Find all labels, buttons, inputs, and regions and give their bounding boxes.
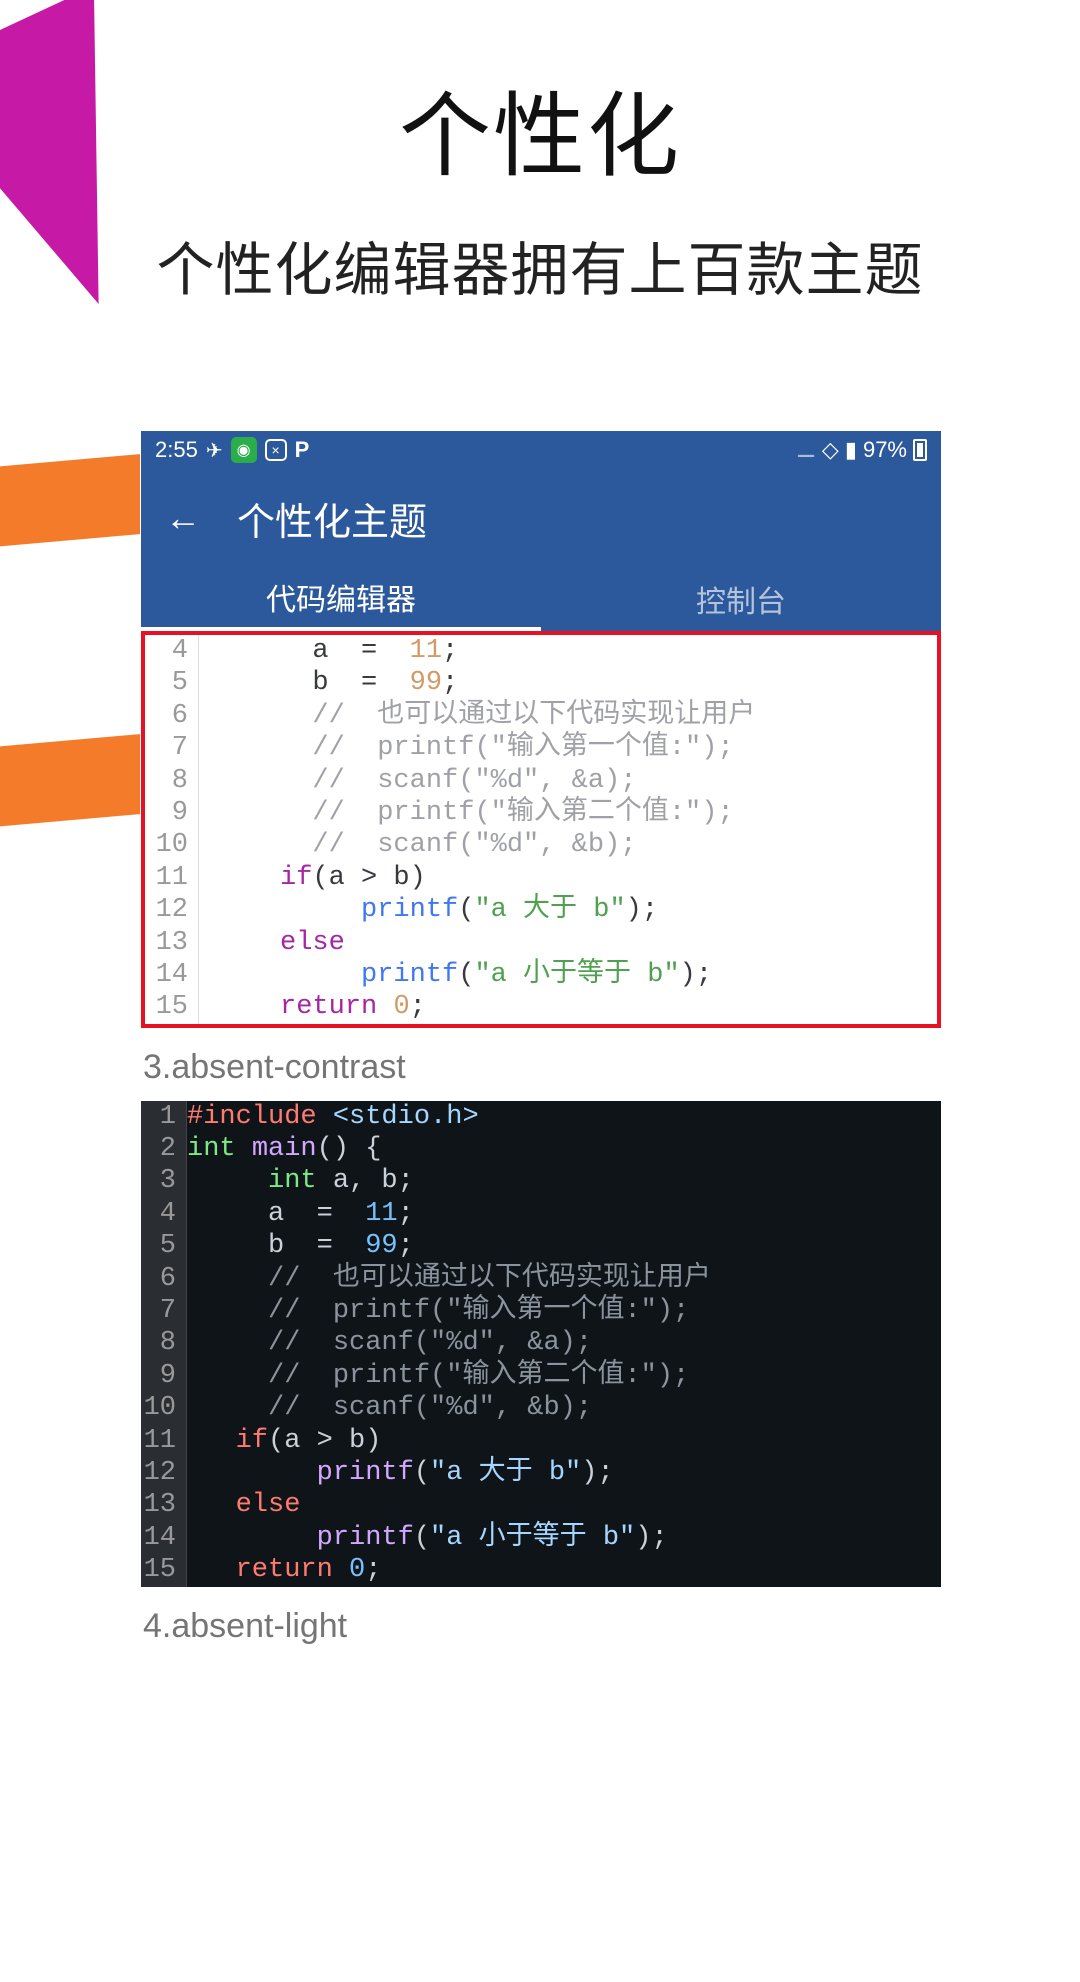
code-content: printf("a 小于等于 b"); — [187, 1522, 668, 1554]
code-line: 7 // printf("输入第一个值:"); — [141, 1295, 941, 1327]
code-content: // scanf("%d", &b); — [187, 1392, 592, 1424]
code-content: return 0; — [187, 1554, 381, 1586]
code-line: 10 // scanf("%d", &b); — [141, 1392, 941, 1424]
code-content: printf("a 小于等于 b"); — [199, 959, 712, 991]
code-content: // printf("输入第一个值:"); — [199, 732, 734, 764]
code-content: // printf("输入第二个值:"); — [199, 797, 734, 829]
code-line: 14 printf("a 小于等于 b"); — [145, 959, 937, 991]
code-line: 8 // scanf("%d", &a); — [141, 1327, 941, 1359]
code-preview-light[interactable]: 4 a = 11;5 b = 99;6 // 也可以通过以下代码实现让用户7 /… — [141, 631, 941, 1028]
code-content: if(a > b) — [187, 1425, 381, 1457]
code-content: // scanf("%d", &a); — [199, 765, 636, 797]
code-line: 6 // 也可以通过以下代码实现让用户 — [141, 1263, 941, 1295]
code-line: 13 else — [145, 927, 937, 959]
code-content: // scanf("%d", &a); — [187, 1327, 592, 1359]
code-line: 8 // scanf("%d", &a); — [145, 765, 937, 797]
code-content: // 也可以通过以下代码实现让用户 — [199, 700, 755, 732]
code-content: a = 11; — [187, 1198, 414, 1230]
code-line: 12 printf("a 大于 b"); — [145, 894, 937, 926]
theme-label-3: 3.absent-contrast — [141, 1028, 941, 1101]
code-line: 5 b = 99; — [141, 1230, 941, 1262]
code-content: return 0; — [199, 991, 426, 1023]
code-line: 12 printf("a 大于 b"); — [141, 1457, 941, 1489]
code-content: int main() { — [187, 1133, 381, 1165]
code-content: // printf("输入第一个值:"); — [187, 1295, 689, 1327]
code-content: #include <stdio.h> — [187, 1101, 479, 1133]
p-icon: P — [295, 437, 310, 463]
app-bar-title: 个性化主题 — [237, 491, 427, 546]
bluetooth-icon: ⚊ — [796, 437, 816, 463]
code-content: // 也可以通过以下代码实现让用户 — [187, 1263, 711, 1295]
theme-label-4: 4.absent-light — [141, 1587, 941, 1660]
battery-percent: 97% — [863, 437, 907, 463]
code-line: 11 if(a > b) — [145, 862, 937, 894]
decorative-bar — [0, 454, 140, 550]
signal-icon: ▮ — [845, 437, 857, 463]
code-content: else — [199, 927, 345, 959]
code-line: 2int main() { — [141, 1133, 941, 1165]
code-content: int a, b; — [187, 1165, 414, 1197]
code-preview-dark[interactable]: 1#include <stdio.h>2int main() {3 int a,… — [141, 1101, 941, 1587]
code-line: 4 a = 11; — [145, 635, 937, 667]
code-content: // printf("输入第二个值:"); — [187, 1360, 689, 1392]
code-line: 15 return 0; — [141, 1554, 941, 1586]
code-line: 9 // printf("输入第二个值:"); — [145, 797, 937, 829]
tab-console[interactable]: 控制台 — [541, 567, 941, 631]
code-line: 10 // scanf("%d", &b); — [145, 829, 937, 861]
code-content: b = 99; — [187, 1230, 414, 1262]
code-line: 3 int a, b; — [141, 1165, 941, 1197]
tab-bar: 代码编辑器 控制台 — [141, 567, 941, 631]
battery-icon — [913, 439, 927, 461]
code-line: 7 // printf("输入第一个值:"); — [145, 732, 937, 764]
code-line: 1#include <stdio.h> — [141, 1101, 941, 1133]
wifi-icon: ◇ — [822, 437, 839, 463]
code-content: b = 99; — [199, 667, 458, 699]
status-bar: 2:55 ✈ ◉ × P ⚊ ◇ ▮ 97% — [141, 431, 941, 469]
code-content: a = 11; — [199, 635, 458, 667]
code-content: printf("a 大于 b"); — [199, 894, 658, 926]
code-line: 5 b = 99; — [145, 667, 937, 699]
code-line: 4 a = 11; — [141, 1198, 941, 1230]
code-content: if(a > b) — [199, 862, 426, 894]
app-icon: × — [265, 439, 287, 461]
camera-icon: ◉ — [231, 437, 257, 463]
code-content: // scanf("%d", &b); — [199, 829, 636, 861]
tab-code-editor[interactable]: 代码编辑器 — [141, 567, 541, 631]
code-content: else — [187, 1489, 300, 1521]
phone-screenshot: 2:55 ✈ ◉ × P ⚊ ◇ ▮ 97% ← 个性化主题 代码编辑器 控制台… — [141, 431, 941, 1660]
app-bar: ← 个性化主题 — [141, 469, 941, 567]
code-line: 13 else — [141, 1489, 941, 1521]
telegram-icon: ✈ — [206, 438, 223, 463]
decorative-bar — [0, 734, 140, 830]
code-line: 15 return 0; — [145, 991, 937, 1023]
code-line: 11 if(a > b) — [141, 1425, 941, 1457]
back-arrow-icon[interactable]: ← — [165, 497, 201, 539]
code-content: printf("a 大于 b"); — [187, 1457, 614, 1489]
code-line: 9 // printf("输入第二个值:"); — [141, 1360, 941, 1392]
code-line: 14 printf("a 小于等于 b"); — [141, 1522, 941, 1554]
status-time: 2:55 — [155, 437, 198, 463]
code-line: 6 // 也可以通过以下代码实现让用户 — [145, 700, 937, 732]
